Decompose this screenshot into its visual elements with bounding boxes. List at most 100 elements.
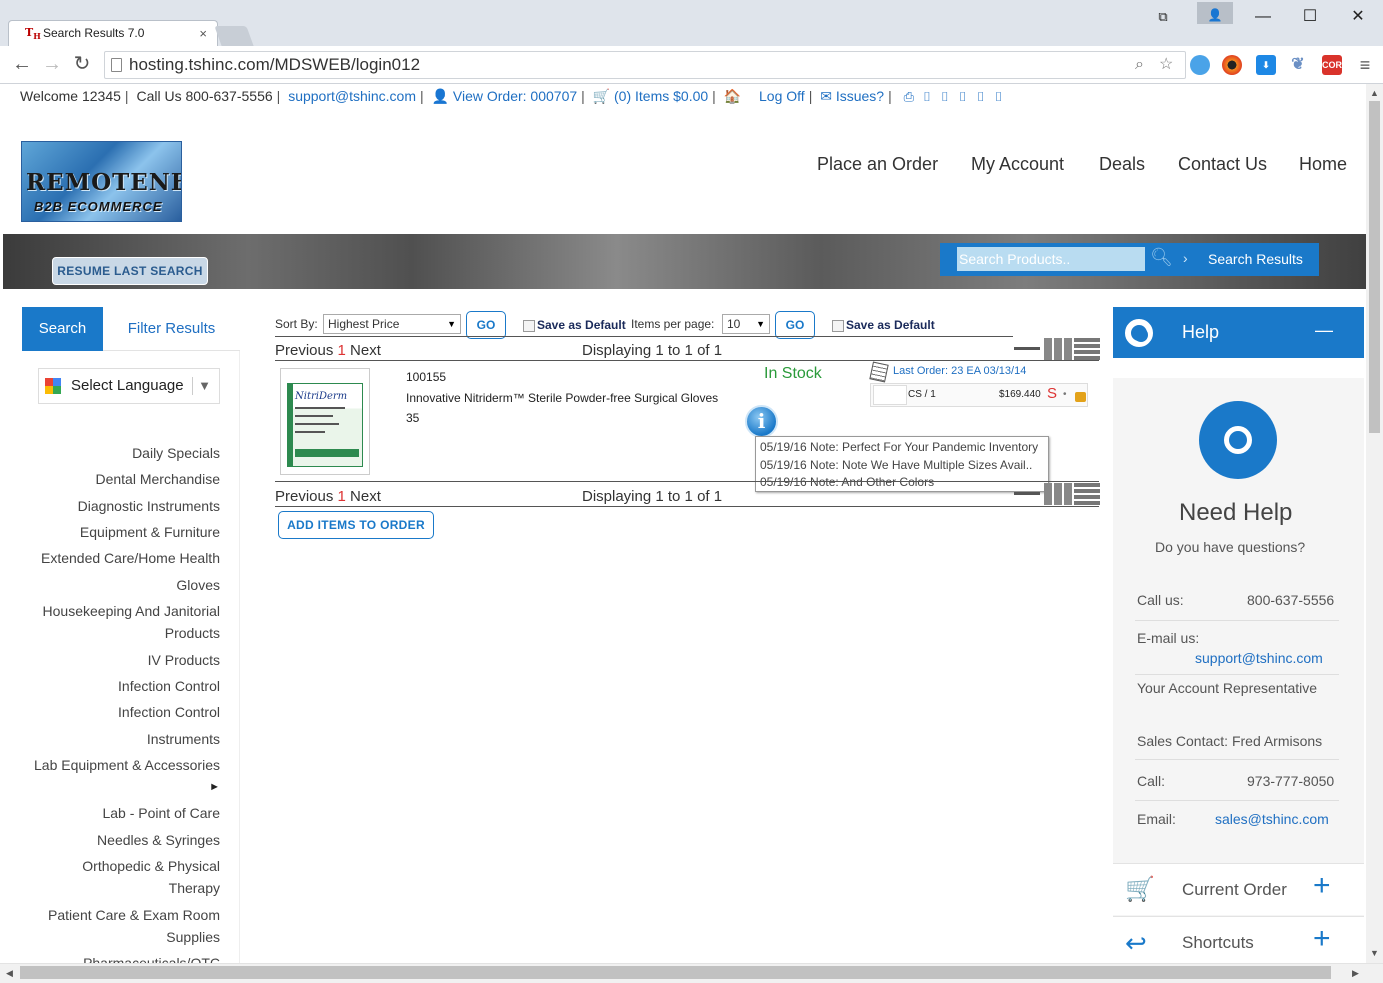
view-toggle-bottom[interactable] (1014, 481, 1100, 505)
category-equipment[interactable]: Equipment & Furniture (80, 521, 220, 543)
category-patient-care-line2[interactable]: Supplies (166, 926, 220, 948)
submenu-arrow-icon[interactable]: ► (209, 776, 220, 798)
bookmark-star-icon[interactable]: ☆ (1159, 52, 1173, 78)
category-pharmaceuticals[interactable]: Pharmaceuticals/OTC (83, 952, 220, 963)
category-orthopedic-line2[interactable]: Therapy (169, 877, 220, 899)
sort-go-button[interactable]: GO (466, 311, 506, 339)
reload-icon[interactable]: ↻ (70, 52, 94, 76)
collapse-icon[interactable]: — (1315, 320, 1333, 341)
cors-extension-icon[interactable]: CORS (1322, 55, 1348, 75)
browser-tab[interactable]: TH Search Results 7.0 × (8, 20, 218, 47)
info-icon[interactable]: i (745, 405, 778, 438)
category-instruments[interactable]: Instruments (147, 728, 220, 750)
quantity-input[interactable] (873, 385, 907, 405)
collapse-view-icon[interactable] (1014, 347, 1040, 350)
menu-icon[interactable]: ≡ (1355, 55, 1375, 75)
scroll-up-arrow-icon[interactable]: ▲ (1370, 88, 1379, 98)
new-tab-button[interactable] (214, 26, 254, 46)
forward-arrow-icon[interactable]: → (40, 52, 64, 76)
scroll-left-arrow-icon[interactable]: ◀ (6, 968, 13, 979)
pager-next[interactable]: Next (350, 488, 381, 505)
vertical-scroll-thumb[interactable] (1369, 101, 1380, 433)
view-toggle[interactable] (1014, 336, 1100, 360)
maximize-icon[interactable]: ☐ (1287, 4, 1333, 30)
category-lab-equipment[interactable]: Lab Equipment & Accessories (34, 754, 220, 776)
cart-items-link[interactable]: (0) Items $0.00 (614, 88, 708, 104)
search-icon[interactable]: 🔍︎ (1150, 247, 1173, 268)
list-view-icon[interactable] (1074, 338, 1100, 360)
add-items-to-order-button[interactable]: ADD ITEMS TO ORDER (278, 511, 434, 539)
breadcrumb-search-results[interactable]: Search Results (1208, 251, 1303, 267)
expand-plus-icon[interactable]: + (1313, 869, 1331, 903)
product-name[interactable]: Innovative Nitriderm™ Sterile Powder-fre… (406, 391, 718, 405)
support-email-link[interactable]: support@tshinc.com (288, 88, 416, 104)
category-patient-care[interactable]: Patient Care & Exam Room (48, 904, 220, 926)
minimize-icon[interactable]: — (1240, 4, 1286, 30)
nav-my-account[interactable]: My Account (971, 154, 1064, 175)
product-image[interactable]: NitriDerm (280, 368, 370, 475)
tab-close-icon[interactable]: × (199, 21, 207, 46)
scroll-right-arrow-icon[interactable]: ▶ (1352, 968, 1359, 979)
nav-deals[interactable]: Deals (1099, 154, 1145, 175)
pager-previous[interactable]: Previous (275, 342, 333, 359)
grid-view-icon[interactable] (1044, 483, 1072, 505)
pager-current-page[interactable]: 1 (338, 488, 346, 505)
document-export-icons[interactable]: ⎙▯▯▯▯▯ (904, 86, 1012, 108)
back-arrow-icon[interactable]: ← (10, 52, 34, 76)
category-infection-control[interactable]: Infection Control (118, 675, 220, 697)
pager-previous[interactable]: Previous (275, 488, 333, 505)
ipp-go-button[interactable]: GO (775, 311, 815, 339)
rep-email-link[interactable]: sales@tshinc.com (1215, 811, 1329, 827)
category-daily-specials[interactable]: Daily Specials (132, 442, 220, 464)
window-close-icon[interactable]: ✕ (1335, 4, 1381, 30)
support-email-link[interactable]: support@tshinc.com (1195, 650, 1323, 666)
pager-current-page[interactable]: 1 (338, 342, 346, 359)
download-extension-icon[interactable]: ⬇ (1256, 55, 1276, 75)
horizontal-scroll-thumb[interactable] (20, 966, 1331, 979)
category-lab-poc[interactable]: Lab - Point of Care (102, 802, 220, 824)
cart-add-icon[interactable] (1075, 392, 1086, 402)
address-bar[interactable]: hosting.tshinc.com/MDSWEB/login012 ⌕ ☆ (104, 51, 1186, 79)
tab-search[interactable]: Search (22, 307, 103, 351)
log-off-link[interactable]: Log Off (759, 88, 805, 104)
category-diagnostic[interactable]: Diagnostic Instruments (78, 495, 220, 517)
scroll-down-arrow-icon[interactable]: ▼ (1370, 948, 1379, 958)
nav-home[interactable]: Home (1299, 154, 1347, 175)
home-icon[interactable]: 🏠 (724, 88, 741, 104)
category-iv-products[interactable]: IV Products (148, 649, 220, 671)
category-housekeeping-line2[interactable]: Products (165, 622, 220, 644)
sort-select[interactable]: Highest Price ▼ (323, 314, 461, 334)
category-infection-control-2[interactable]: Infection Control (118, 701, 220, 723)
zoom-icon[interactable]: ⌕ (1135, 52, 1144, 78)
profile-icon[interactable]: 👤 (1197, 2, 1233, 24)
order-history-icon[interactable] (869, 361, 889, 383)
issues-link[interactable]: Issues? (836, 88, 884, 104)
expand-plus-icon[interactable]: + (1313, 922, 1331, 956)
feather-extension-icon[interactable]: ❦ (1288, 55, 1308, 75)
search-input[interactable] (957, 247, 1145, 271)
language-select[interactable]: Select Language ▼ (38, 368, 220, 404)
view-order-link[interactable]: View Order: 000707 (453, 88, 577, 104)
last-order-link[interactable]: Last Order: 23 EA 03/13/14 (893, 365, 1026, 377)
save-default-checkbox[interactable] (523, 320, 535, 332)
tab-filter-results[interactable]: Filter Results (103, 307, 240, 351)
category-gloves[interactable]: Gloves (176, 574, 220, 596)
list-view-icon[interactable] (1074, 483, 1100, 505)
nav-place-order[interactable]: Place an Order (817, 154, 938, 175)
grid-view-icon[interactable] (1044, 338, 1072, 360)
cloud-extension-icon[interactable] (1190, 55, 1210, 75)
color-extension-icon[interactable] (1222, 55, 1242, 75)
site-logo[interactable]: REMOTENE B2B ECOMMERCE (21, 141, 182, 222)
items-per-page-select[interactable]: 10 ▼ (722, 314, 770, 334)
cast-icon[interactable]: ⧉ (1140, 4, 1186, 30)
category-orthopedic[interactable]: Orthopedic & Physical (82, 855, 220, 877)
category-dental[interactable]: Dental Merchandise (95, 468, 220, 490)
pager-next[interactable]: Next (350, 342, 381, 359)
help-header[interactable]: Help — (1113, 307, 1364, 358)
resume-last-search-button[interactable]: RESUME LAST SEARCH (52, 257, 208, 285)
category-extended-care[interactable]: Extended Care/Home Health (41, 547, 220, 569)
category-housekeeping[interactable]: Housekeeping And Janitorial (43, 600, 220, 622)
nav-contact-us[interactable]: Contact Us (1178, 154, 1267, 175)
save-default-checkbox-2[interactable] (832, 320, 844, 332)
collapse-view-icon[interactable] (1014, 492, 1040, 495)
